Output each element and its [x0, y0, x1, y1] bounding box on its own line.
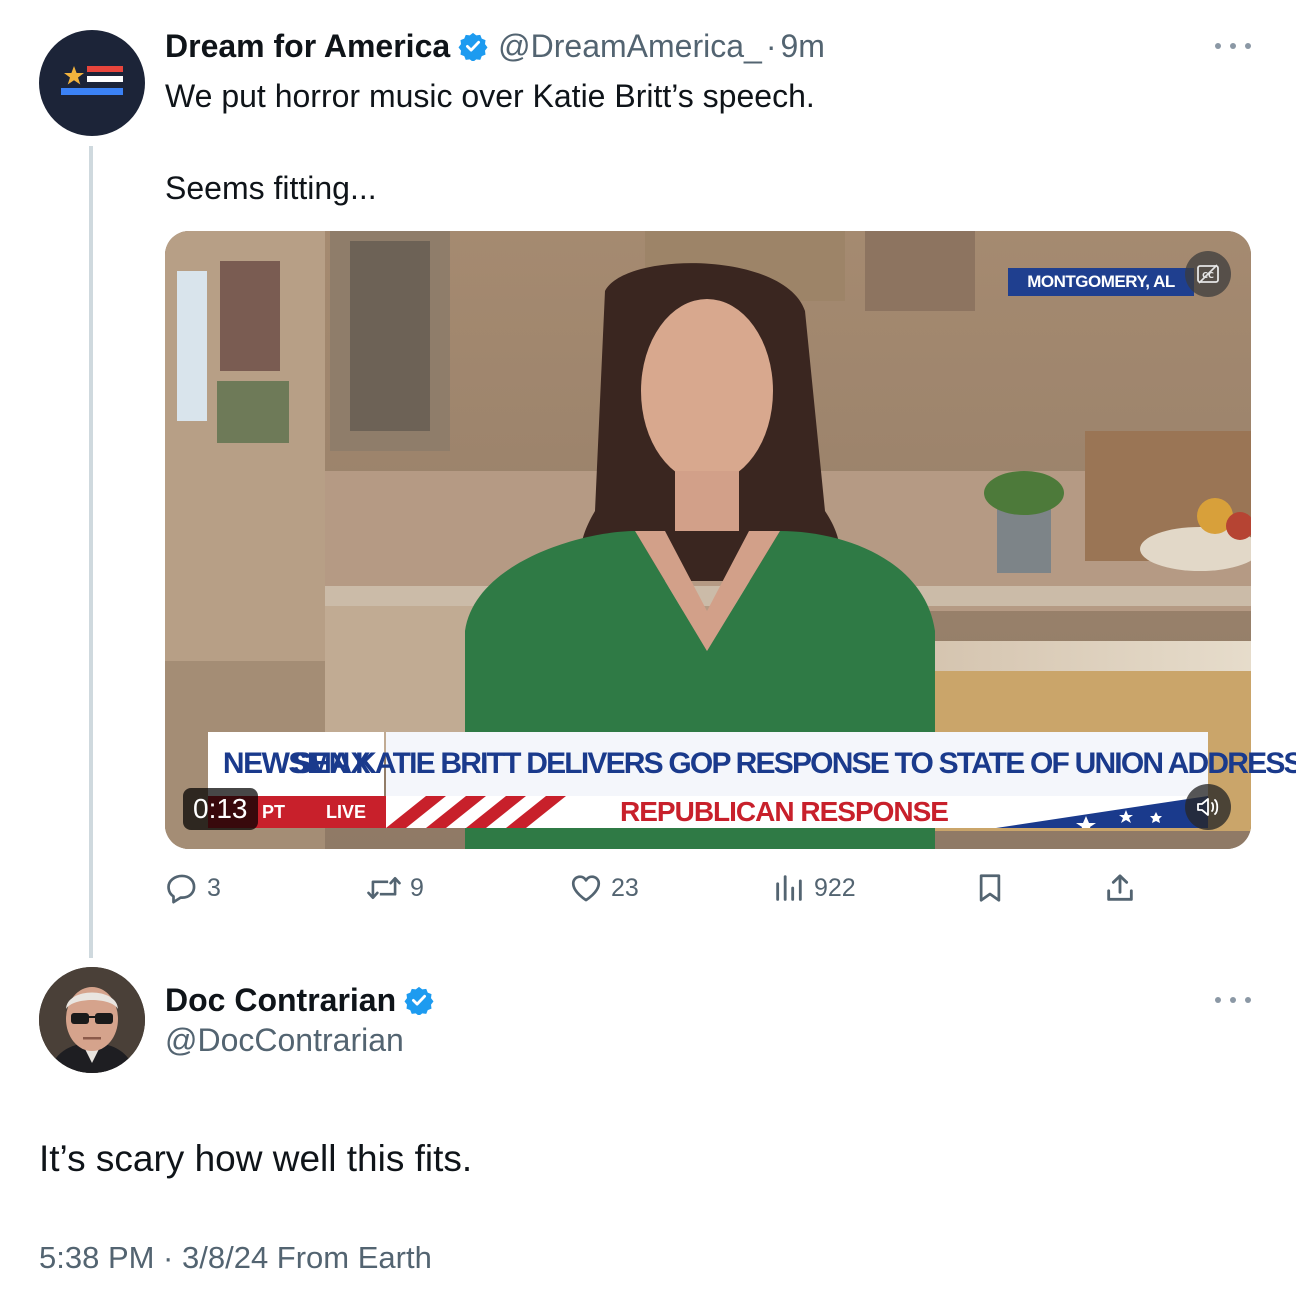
- separator-dot: ·: [765, 27, 777, 64]
- views-count: 922: [814, 873, 856, 902]
- author-handle[interactable]: @DreamAmerica_: [498, 28, 762, 65]
- share-icon: [1107, 874, 1133, 901]
- captions-glyph: CC: [1197, 264, 1219, 284]
- thread-connector-line: [89, 146, 93, 958]
- verified-badge-icon[interactable]: [458, 31, 488, 61]
- verified-badge-icon[interactable]: [404, 985, 434, 1015]
- repost-count: 9: [410, 873, 424, 902]
- tweet-text-line-1: We put horror music over Katie Britt’s s…: [165, 78, 815, 114]
- dream-for-america-logo: [61, 66, 123, 95]
- speaker-glyph: [1197, 798, 1219, 816]
- dream-for-america-avatar[interactable]: [39, 30, 145, 136]
- more-options-icon[interactable]: [1215, 36, 1251, 56]
- reply-tweet-text: It’s scary how well this fits.: [39, 1138, 473, 1179]
- doc-contrarian-avatar[interactable]: [39, 967, 145, 1073]
- views-button[interactable]: 922: [772, 868, 856, 908]
- reply-tweet-header: Doc Contrarian: [165, 980, 434, 1020]
- repost-button[interactable]: 9: [366, 868, 424, 908]
- location-tag: MONTGOMERY, AL: [1008, 268, 1194, 296]
- reply-icon: [167, 874, 196, 904]
- like-count: 23: [611, 873, 639, 902]
- like-button[interactable]: 23: [569, 868, 639, 908]
- reply-count: 3: [207, 873, 221, 902]
- more-options-icon[interactable]: [1215, 990, 1251, 1010]
- closed-captions-icon[interactable]: CC: [1185, 251, 1231, 297]
- bookmark-button[interactable]: [975, 868, 1005, 908]
- reply-button[interactable]: 3: [165, 868, 221, 908]
- video-elapsed-time: 0:13: [183, 788, 258, 830]
- chyron-subtitle: REPUBLICAN RESPONSE: [620, 796, 949, 827]
- chyron-headline: SEN KATIE BRITT DELIVERS GOP RESPONSE TO…: [292, 732, 1296, 796]
- speaker-muted-icon[interactable]: [1185, 784, 1231, 830]
- doc-contrarian-portrait: [39, 967, 145, 1073]
- original-tweet-header: Dream for America @DreamAmerica_ · 9m: [165, 26, 825, 66]
- bookmark-icon: [979, 874, 1001, 902]
- analytics-icon: [776, 875, 802, 901]
- heart-icon: [571, 875, 601, 902]
- author-name[interactable]: Dream for America: [165, 28, 450, 65]
- reply-author-handle[interactable]: @DocContrarian: [165, 1022, 404, 1059]
- tweet-time[interactable]: 9m: [780, 28, 824, 65]
- chyron-time: PT: [262, 801, 286, 822]
- tweet-text-line-2: Seems fitting...: [165, 170, 377, 206]
- chyron-live: LIVE: [326, 801, 367, 822]
- repost-icon: [367, 876, 401, 900]
- reply-author-name[interactable]: Doc Contrarian: [165, 982, 396, 1019]
- share-button[interactable]: [1103, 868, 1137, 908]
- reply-timestamp[interactable]: 5:38 PM · 3/8/24 From Earth: [39, 1240, 432, 1276]
